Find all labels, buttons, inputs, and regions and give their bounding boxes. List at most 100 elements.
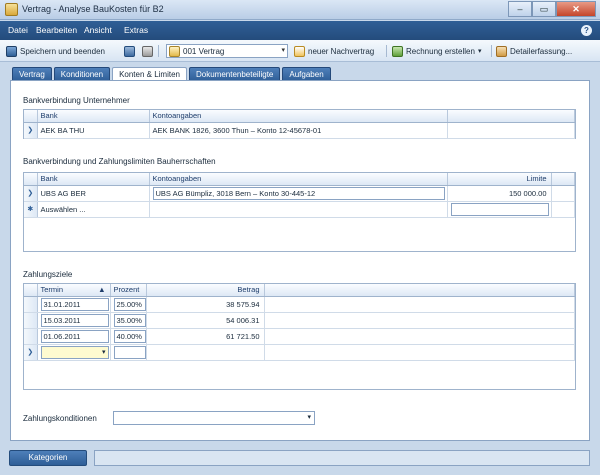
cell-amount[interactable]: 61 721.50 bbox=[146, 328, 265, 345]
tab-konditionen[interactable]: Konditionen bbox=[53, 67, 111, 81]
cell-account[interactable]: AEK BANK 1826, 3600 Thun – Konto 12-4567… bbox=[149, 122, 448, 139]
invoice-icon bbox=[392, 45, 403, 57]
column-header-percent[interactable]: Prozent bbox=[110, 284, 147, 297]
document-icon bbox=[169, 45, 180, 57]
cell-amount[interactable]: 38 575.94 bbox=[146, 296, 265, 313]
column-header-empty bbox=[551, 173, 575, 186]
section-label-payment-targets: Zahlungsziele bbox=[23, 270, 73, 279]
grid-header-indicator bbox=[24, 110, 38, 123]
row-indicator bbox=[24, 296, 38, 313]
cell-empty bbox=[264, 328, 575, 345]
row-indicator-icon: ❯ bbox=[24, 185, 38, 202]
column-header-limit[interactable]: Limite bbox=[447, 173, 552, 186]
menu-extras[interactable]: Extras bbox=[124, 25, 148, 35]
cell-account[interactable]: UBS AG Bümpliz, 3018 Bern – Konto 30-445… bbox=[149, 185, 448, 202]
cell-bank[interactable]: UBS AG BER bbox=[37, 185, 150, 202]
new-row-icon: ✱ bbox=[24, 201, 38, 218]
bottom-bar: Kategorien bbox=[0, 445, 600, 475]
chevron-down-icon: ▾ bbox=[477, 48, 482, 55]
cell-empty bbox=[264, 344, 575, 361]
cell-date-input[interactable]: ▾ bbox=[37, 344, 111, 361]
column-header-account[interactable]: Kontoangaben bbox=[149, 110, 448, 123]
save-button[interactable] bbox=[124, 44, 138, 58]
column-header-empty bbox=[447, 110, 575, 123]
cell-bank[interactable]: AEK BA THU bbox=[37, 122, 150, 139]
chevron-down-icon: ▾ bbox=[281, 47, 285, 54]
chevron-down-icon: ▾ bbox=[101, 348, 106, 356]
column-header-bank[interactable]: Bank bbox=[37, 173, 150, 186]
table-row[interactable]: ❯ AEK BA THU AEK BANK 1826, 3600 Thun – … bbox=[24, 122, 575, 139]
new-row[interactable]: ❯ ▾ bbox=[24, 344, 575, 361]
cell-select-bank[interactable]: Auswählen ... bbox=[37, 201, 150, 218]
grid-header-indicator bbox=[24, 284, 38, 297]
cell-percent[interactable]: 35.00% bbox=[110, 312, 147, 329]
toolbar-separator bbox=[158, 45, 159, 57]
detail-entry-button[interactable]: Detailerfassung... bbox=[496, 44, 572, 58]
cell-percent[interactable]: 40.00% bbox=[110, 328, 147, 345]
toolbar: Speichern und beenden 001 Vertrag ▾ neue… bbox=[0, 40, 600, 62]
table-row[interactable]: 01.06.2011 40.00% 61 721.50 bbox=[24, 328, 575, 345]
print-button[interactable] bbox=[142, 44, 156, 58]
row-indicator bbox=[24, 328, 38, 345]
new-supplement-button[interactable]: neuer Nachvertrag bbox=[294, 44, 374, 58]
tab-strip: Vertrag Konditionen Konten & Limiten Dok… bbox=[12, 67, 333, 81]
table-row[interactable]: 15.03.2011 35.00% 54 006.31 bbox=[24, 312, 575, 329]
chevron-down-icon: ▾ bbox=[307, 414, 311, 421]
app-icon bbox=[5, 3, 18, 16]
toolbar-separator bbox=[386, 45, 387, 57]
cell-limit-input[interactable] bbox=[447, 201, 552, 218]
print-icon bbox=[142, 45, 153, 57]
grid-header-indicator bbox=[24, 173, 38, 186]
new-document-icon bbox=[294, 45, 305, 57]
window-title: Vertrag - Analyse BauKosten für B2 bbox=[22, 4, 164, 14]
payment-targets-grid: Termin ▲ Prozent Betrag 31.01.2011 25.00%… bbox=[23, 283, 576, 390]
toolbar-separator bbox=[491, 45, 492, 57]
detail-icon bbox=[496, 45, 507, 57]
cell-amount[interactable]: 54 006.31 bbox=[146, 312, 265, 329]
column-header-amount[interactable]: Betrag bbox=[146, 284, 265, 297]
menu-bearbeiten[interactable]: Bearbeiten bbox=[36, 25, 77, 35]
tab-konten-limiten[interactable]: Konten & Limiten bbox=[112, 67, 187, 81]
cell-date[interactable]: 31.01.2011 bbox=[37, 296, 111, 313]
menu-bar: Datei Bearbeiten Ansicht Extras ? bbox=[0, 21, 600, 40]
cell-empty bbox=[551, 201, 575, 218]
help-icon[interactable]: ? bbox=[581, 25, 592, 36]
window-controls: – ▭ ✕ bbox=[508, 1, 596, 17]
section-label-owner-bank: Bankverbindung und Zahlungslimiten Bauhe… bbox=[23, 157, 216, 166]
section-label-contractor-bank: Bankverbindung Unternehmer bbox=[23, 96, 130, 105]
row-indicator-icon: ❯ bbox=[24, 344, 38, 361]
tab-aufgaben[interactable]: Aufgaben bbox=[282, 67, 331, 81]
minimize-button[interactable]: – bbox=[508, 1, 532, 17]
tab-vertrag[interactable]: Vertrag bbox=[12, 67, 52, 81]
cell-percent-input[interactable] bbox=[110, 344, 147, 361]
tab-dokumentenbeteiligte[interactable]: Dokumentenbeteiligte bbox=[189, 67, 281, 81]
table-row[interactable]: ❯ UBS AG BER UBS AG Bümpliz, 3018 Bern –… bbox=[24, 185, 575, 202]
status-field bbox=[94, 450, 590, 466]
create-invoice-button[interactable]: Rechnung erstellen ▾ bbox=[392, 44, 481, 58]
cell-empty bbox=[149, 201, 448, 218]
cell-empty bbox=[551, 185, 575, 202]
row-indicator bbox=[24, 312, 38, 329]
save-close-button[interactable]: Speichern und beenden bbox=[6, 44, 105, 58]
cell-date[interactable]: 01.06.2011 bbox=[37, 328, 111, 345]
menu-ansicht[interactable]: Ansicht bbox=[84, 25, 112, 35]
column-header-empty bbox=[264, 284, 575, 297]
contract-select[interactable]: 001 Vertrag ▾ bbox=[166, 44, 288, 58]
cell-empty bbox=[264, 296, 575, 313]
column-header-bank[interactable]: Bank bbox=[37, 110, 150, 123]
column-header-account[interactable]: Kontoangaben bbox=[149, 173, 448, 186]
payment-conditions-label: Zahlungskonditionen bbox=[23, 414, 97, 423]
cell-percent[interactable]: 25.00% bbox=[110, 296, 147, 313]
column-header-date[interactable]: Termin ▲ bbox=[37, 284, 111, 297]
new-row[interactable]: ✱ Auswählen ... bbox=[24, 201, 575, 218]
table-row[interactable]: 31.01.2011 25.00% 38 575.94 bbox=[24, 296, 575, 313]
row-indicator-icon: ❯ bbox=[24, 122, 38, 139]
close-button[interactable]: ✕ bbox=[556, 1, 596, 17]
maximize-button[interactable]: ▭ bbox=[532, 1, 556, 17]
cell-date[interactable]: 15.03.2011 bbox=[37, 312, 111, 329]
disk-icon bbox=[124, 45, 135, 57]
cell-limit[interactable]: 150 000.00 bbox=[447, 185, 552, 202]
menu-datei[interactable]: Datei bbox=[8, 25, 28, 35]
payment-conditions-select[interactable]: ▾ bbox=[113, 411, 315, 425]
categories-button[interactable]: Kategorien bbox=[9, 450, 87, 466]
